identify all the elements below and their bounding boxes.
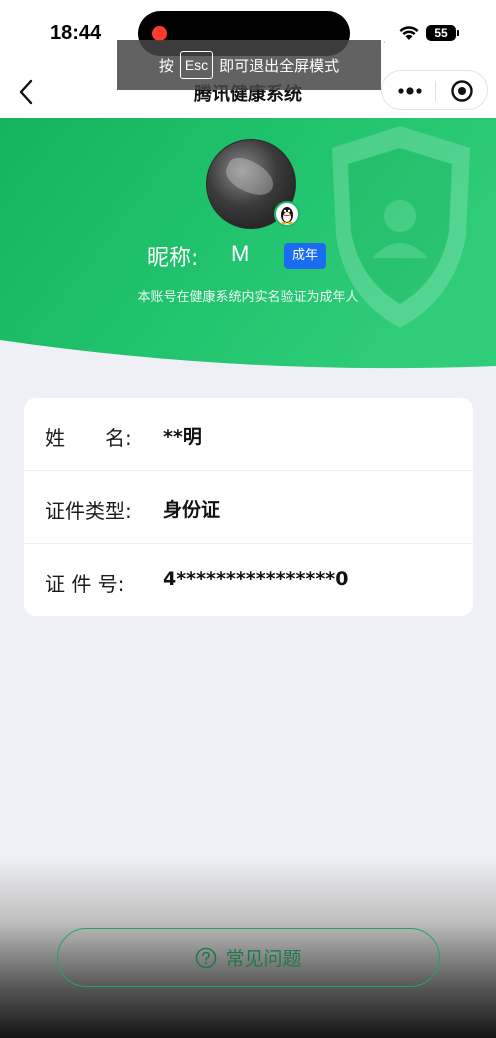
mini-program-capsule bbox=[381, 70, 488, 110]
identity-info-card: 姓 名: **明 证件类型: 身份证 证 件 号: 4*************… bbox=[24, 398, 473, 616]
id-type-value: 身份证 bbox=[163, 499, 221, 521]
toast-message: 即可退出全屏模式 bbox=[219, 56, 340, 75]
more-button[interactable] bbox=[396, 81, 424, 101]
nickname-label: 昵称: bbox=[147, 246, 199, 271]
more-dots-icon bbox=[398, 87, 422, 95]
qq-penguin-icon bbox=[274, 201, 300, 227]
avatar-photo bbox=[221, 152, 279, 202]
toast-press-text: 按 bbox=[158, 56, 174, 75]
esc-key-label: Esc bbox=[179, 51, 214, 79]
info-row-id-number: 证 件 号: 4****************0 bbox=[24, 543, 473, 616]
info-row-name: 姓 名: **明 bbox=[24, 398, 473, 471]
close-miniprogram-button[interactable] bbox=[450, 79, 474, 103]
battery-level: 55 bbox=[434, 26, 448, 40]
name-value: **明 bbox=[163, 426, 202, 448]
verification-note: 本账号在健康系统内实名验证为成年人 bbox=[137, 290, 359, 305]
adult-badge: 成年 bbox=[284, 243, 326, 269]
recording-indicator-icon bbox=[152, 26, 167, 41]
id-number-label: 证 件 号: bbox=[45, 572, 125, 596]
id-number-value: 4****************0 bbox=[163, 568, 349, 590]
id-type-label: 证件类型: bbox=[45, 499, 132, 523]
battery-icon: 55 bbox=[426, 25, 459, 41]
target-circle-icon bbox=[451, 80, 473, 102]
fullscreen-exit-toast: 按 Esc 即可退出全屏模式 bbox=[117, 40, 381, 90]
status-time: 18:44 bbox=[50, 22, 102, 44]
question-circle-icon bbox=[196, 947, 217, 968]
info-row-id-type: 证件类型: 身份证 bbox=[24, 470, 473, 543]
nickname-value: M bbox=[231, 241, 250, 266]
profile-header: 昵称: M 成年 本账号在健康系统内实名验证为成年人 bbox=[0, 118, 496, 370]
nickname-row: 昵称: M 成年 bbox=[0, 240, 496, 272]
faq-button[interactable]: 常见问题 bbox=[57, 928, 440, 987]
name-label: 姓 名: bbox=[45, 426, 132, 450]
capsule-divider bbox=[435, 81, 436, 101]
wifi-icon bbox=[399, 26, 419, 40]
faq-label: 常见问题 bbox=[225, 948, 302, 970]
